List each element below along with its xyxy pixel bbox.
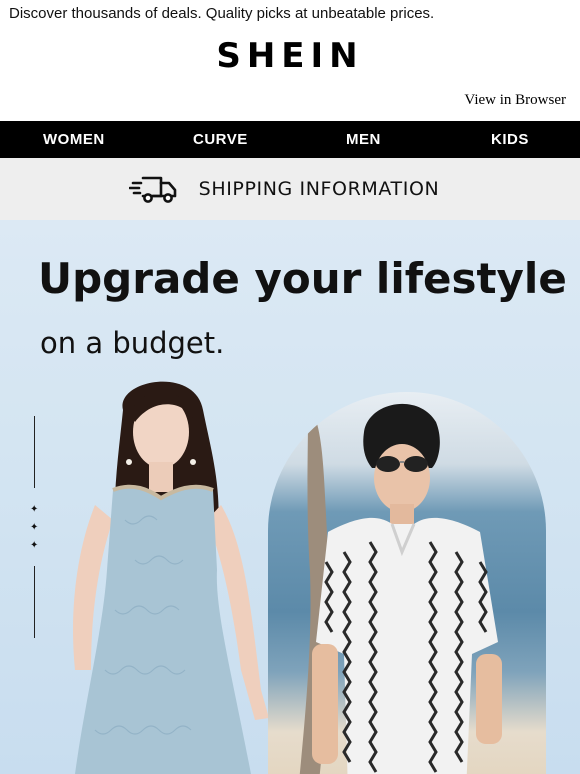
shipping-information-banner[interactable]: SHIPPING INFORMATION [0, 158, 580, 220]
sparkle-icon: ✦ [30, 504, 39, 515]
woman-model-photo [73, 381, 269, 774]
nav-item-women[interactable]: WOMEN [43, 131, 105, 148]
sparkle-icon: ✦ [30, 522, 39, 533]
hero-headline: Upgrade your lifestyle [38, 254, 567, 303]
preheader-text: Discover thousands of deals. Quality pic… [9, 5, 435, 22]
decorative-line-bottom [34, 566, 35, 638]
view-in-browser-link[interactable]: View in Browser [464, 92, 566, 109]
hero-subline: on a budget. [40, 326, 225, 360]
nav-item-kids[interactable]: KIDS [491, 131, 529, 148]
category-nav: WOMEN CURVE MEN KIDS [0, 121, 580, 158]
decorative-line-top [34, 416, 35, 488]
hero-banner[interactable]: Upgrade your lifestyle on a budget. ✦ ✦ … [0, 220, 580, 774]
man-model-photo [268, 392, 546, 774]
shipping-information-label: SHIPPING INFORMATION [198, 178, 440, 200]
sparkle-icon: ✦ [30, 540, 39, 551]
nav-item-curve[interactable]: CURVE [193, 131, 248, 148]
brand-logo[interactable]: SHEIN [0, 36, 580, 76]
delivery-truck-icon [128, 176, 176, 203]
nav-item-men[interactable]: MEN [346, 131, 381, 148]
